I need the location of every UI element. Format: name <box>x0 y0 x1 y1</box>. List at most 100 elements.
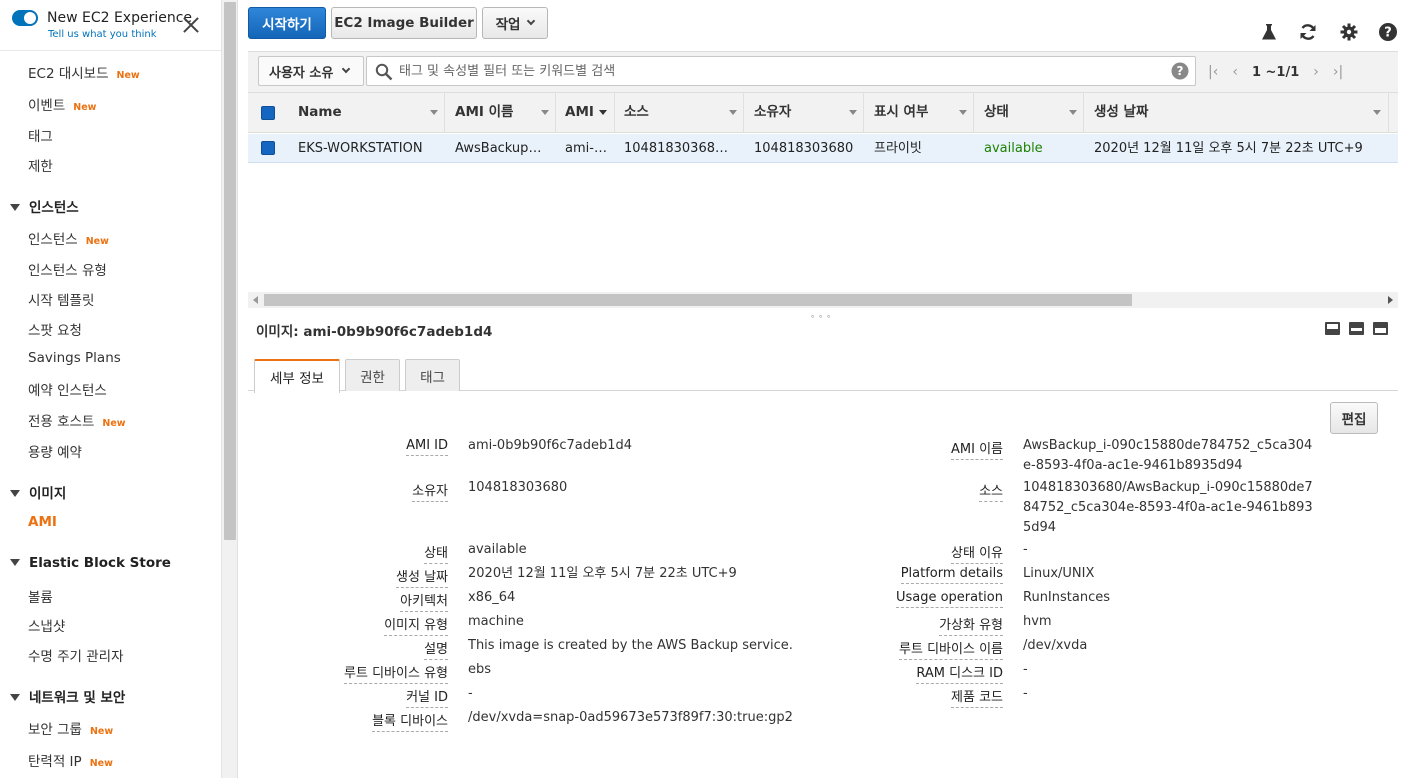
page-count: 1 ~1/1 <box>1251 64 1300 80</box>
row-checkbox[interactable] <box>261 141 275 155</box>
detail-value-root-device-name: /dev/xvda <box>1023 638 1088 653</box>
collapse-triangle-icon <box>10 694 20 701</box>
last-page-icon[interactable]: ›| <box>1333 64 1343 80</box>
owner-filter-dropdown[interactable]: 사용자 소유 <box>258 56 364 86</box>
detail-value-state-reason: - <box>1023 542 1028 557</box>
close-icon[interactable] <box>182 16 200 34</box>
sidebar-item-elastic-ips[interactable]: 탄력적 IP New <box>28 750 113 770</box>
sidebar-item-reserved-instances[interactable]: 예약 인스턴스 <box>28 379 107 399</box>
detail-label-creation-date: 생성 날짜 <box>396 566 448 588</box>
detail-value-ami-name: AwsBackup_i-090c15880de784752_c5ca304e-8… <box>1023 438 1313 473</box>
sidebar-section-images[interactable]: 이미지 <box>10 482 66 502</box>
detail-label-platform-details: Platform details <box>900 566 1003 584</box>
chevron-down-icon <box>342 64 351 74</box>
cell-creation-date: 2020년 12월 11일 오후 5시 7분 22초 UTC+9 <box>1094 141 1363 156</box>
column-name[interactable]: Name <box>290 93 445 133</box>
sort-icon <box>1373 110 1381 115</box>
sidebar-item-tags[interactable]: 태그 <box>28 125 53 145</box>
svg-text:?: ? <box>1384 26 1392 41</box>
new-badge: New <box>73 102 97 113</box>
detail-tabs: 세부 정보 권한 태그 <box>248 357 1398 393</box>
table-horizontal-scrollbar[interactable] <box>248 292 1398 308</box>
new-badge: New <box>116 70 140 81</box>
sidebar-item-events[interactable]: 이벤트 New <box>28 94 96 114</box>
sidebar-item-ami[interactable]: AMI <box>28 514 57 530</box>
sidebar-item-dedicated-hosts[interactable]: 전용 호스트 New <box>28 410 126 430</box>
cell-status: available <box>984 141 1043 156</box>
sidebar-item-capacity-reservations[interactable]: 용량 예약 <box>28 441 82 461</box>
table-scrollbar-thumb[interactable] <box>264 294 1132 306</box>
sidebar-item-lifecycle-manager[interactable]: 수명 주기 관리자 <box>28 645 124 665</box>
sidebar-item-launch-templates[interactable]: 시작 템플릿 <box>28 289 94 309</box>
detail-label-product-codes: 제품 코드 <box>951 686 1003 708</box>
search-box[interactable]: ? <box>366 56 1196 86</box>
sort-icon <box>1069 110 1077 115</box>
detail-label-ami-id: AMI ID <box>406 438 448 456</box>
detail-value-architecture: x86_64 <box>468 590 516 605</box>
column-owner[interactable]: 소유자 <box>746 93 864 133</box>
sidebar-item-snapshots[interactable]: 스냅샷 <box>28 615 65 635</box>
flask-icon[interactable] <box>1259 22 1279 42</box>
layout-bottom-icon[interactable] <box>1325 322 1340 335</box>
cell-source: 104818303680/AwsBackup_i-090c15880de7847… <box>624 141 730 156</box>
next-page-icon[interactable]: › <box>1313 64 1319 80</box>
scroll-left-icon[interactable] <box>253 296 258 304</box>
gear-icon[interactable] <box>1339 22 1359 42</box>
detail-value-ramdisk-id: - <box>1023 662 1028 677</box>
edit-button[interactable]: 편집 <box>1330 402 1378 434</box>
detail-title: 이미지: ami-0b9b90f6c7adeb1d4 <box>256 324 493 340</box>
detail-value-image-type: machine <box>468 614 524 629</box>
refresh-icon[interactable] <box>1298 22 1318 42</box>
prev-page-icon[interactable]: ‹ <box>1232 64 1238 80</box>
sidebar-section-network[interactable]: 네트워크 및 보안 <box>10 686 125 706</box>
sidebar-item-ec2-dashboard[interactable]: EC2 대시보드 New <box>28 62 140 82</box>
new-experience-toggle[interactable] <box>12 10 38 26</box>
sidebar-scrollbar-thumb[interactable] <box>224 2 236 540</box>
tab-permissions[interactable]: 권한 <box>345 359 400 391</box>
detail-value-kernel-id: - <box>468 686 473 701</box>
detail-label-status: 상태 <box>424 542 448 564</box>
sidebar-item-security-groups[interactable]: 보안 그룹 New <box>28 718 113 738</box>
column-visibility[interactable]: 표시 여부 <box>866 93 974 133</box>
sort-icon <box>729 110 737 115</box>
detail-label-virtualization-type: 가상화 유형 <box>939 614 1003 636</box>
detail-label-image-type: 이미지 유형 <box>384 614 448 636</box>
actions-dropdown[interactable]: 작업 <box>482 7 548 39</box>
sidebar-section-ebs[interactable]: Elastic Block Store <box>10 555 171 571</box>
tab-tags[interactable]: 태그 <box>405 359 460 391</box>
column-creation-date[interactable]: 생성 날짜 <box>1086 93 1389 133</box>
sidebar-item-savings-plans[interactable]: Savings Plans <box>28 350 121 366</box>
feedback-link[interactable]: Tell us what you think <box>48 29 157 40</box>
column-ami-name[interactable]: AMI 이름 <box>447 93 556 133</box>
detail-label-architecture: 아키텍처 <box>400 590 448 612</box>
sort-icon <box>849 110 857 115</box>
layout-top-icon[interactable] <box>1373 322 1388 335</box>
launch-button[interactable]: 시작하기 <box>248 7 326 39</box>
first-page-icon[interactable]: |‹ <box>1208 64 1218 80</box>
resize-handle-icon[interactable]: ∘∘∘ <box>810 312 834 321</box>
search-help-icon[interactable]: ? <box>1171 62 1189 80</box>
sidebar-item-instance-types[interactable]: 인스턴스 유형 <box>28 259 107 279</box>
detail-value-usage-operation: RunInstances <box>1023 590 1110 605</box>
sidebar-item-spot-requests[interactable]: 스팟 요청 <box>28 319 82 339</box>
tab-details[interactable]: 세부 정보 <box>254 359 340 393</box>
sidebar-item-limits[interactable]: 제한 <box>28 155 53 175</box>
detail-label-root-device-type: 루트 디바이스 유형 <box>344 662 448 684</box>
sidebar-section-instances[interactable]: 인스턴스 <box>10 196 79 216</box>
table-row[interactable]: EKS-WORKSTATION AwsBackup_i-090c15880de7… <box>248 134 1398 163</box>
new-experience-header: New EC2 Experience Tell us what you thin… <box>0 0 221 51</box>
detail-label-ami-name: AMI 이름 <box>951 438 1003 460</box>
column-source[interactable]: 소스 <box>616 93 744 133</box>
sidebar-item-instances[interactable]: 인스턴스 New <box>28 228 109 248</box>
sidebar-item-volumes[interactable]: 볼륨 <box>28 586 53 606</box>
column-ami[interactable]: AMI <box>557 93 615 133</box>
search-input[interactable] <box>399 62 1159 80</box>
chevron-down-icon <box>527 16 536 26</box>
column-status[interactable]: 상태 <box>976 93 1084 133</box>
detail-label-ramdisk-id: RAM 디스크 ID <box>916 662 1003 684</box>
scroll-right-icon[interactable] <box>1388 296 1393 304</box>
image-builder-button[interactable]: EC2 Image Builder <box>331 7 477 39</box>
layout-split-icon[interactable] <box>1349 322 1364 335</box>
select-all-checkbox[interactable] <box>261 106 275 120</box>
help-icon[interactable]: ? <box>1378 22 1398 42</box>
